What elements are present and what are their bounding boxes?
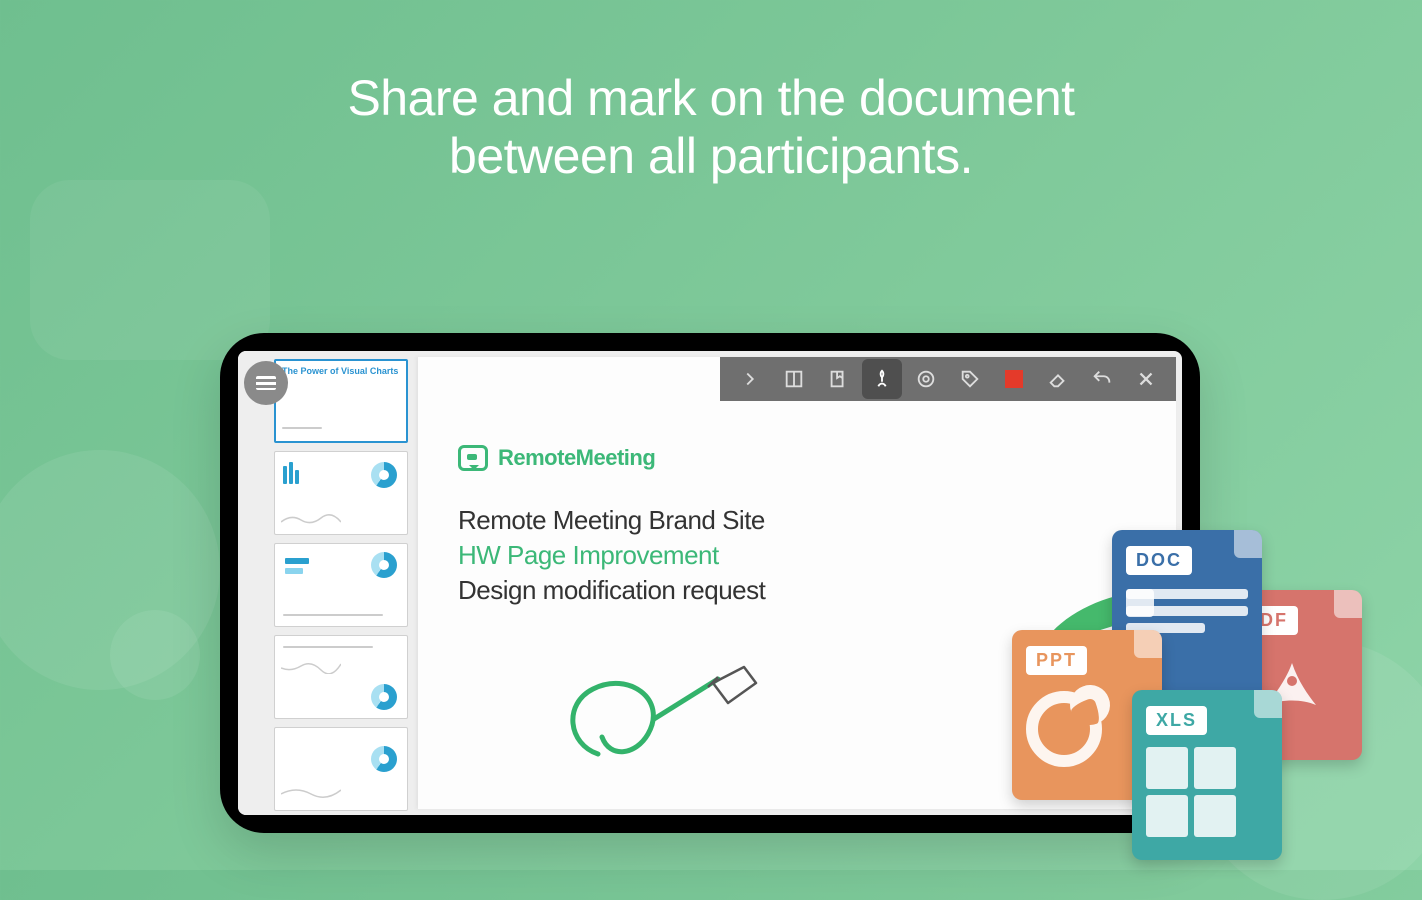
draw-button[interactable] <box>862 359 902 399</box>
slide-thumbnails: The Power of Visual Charts <box>238 351 418 815</box>
slide-thumb-3[interactable] <box>274 543 408 627</box>
slide-thumb-1[interactable]: The Power of Visual Charts <box>274 359 408 443</box>
bookmark-button[interactable] <box>818 359 858 399</box>
file-doc-label: DOC <box>1126 546 1192 575</box>
hero-line-2: between all participants. <box>449 128 973 184</box>
target-button[interactable] <box>906 359 946 399</box>
layout-button[interactable] <box>774 359 814 399</box>
file-xls: XLS <box>1132 690 1282 860</box>
eraser-button[interactable] <box>1038 359 1078 399</box>
grid-icon <box>1146 747 1236 837</box>
pie-icon <box>1026 691 1102 767</box>
chat-icon <box>458 445 488 471</box>
close-button[interactable] <box>1126 359 1166 399</box>
color-button[interactable] <box>994 359 1034 399</box>
annotation-scribble <box>558 659 778 769</box>
undo-button[interactable] <box>1082 359 1122 399</box>
slide-thumb-2[interactable] <box>274 451 408 535</box>
annotation-toolbar <box>720 357 1176 401</box>
hero-line-1: Share and mark on the document <box>347 70 1074 126</box>
menu-button[interactable] <box>244 361 288 405</box>
hero-heading: Share and mark on the document between a… <box>0 70 1422 185</box>
color-swatch-icon <box>1005 370 1023 388</box>
brand-logo: RemoteMeeting <box>458 445 1136 471</box>
bg-square-1 <box>30 180 270 360</box>
slide-thumb-title: The Power of Visual Charts <box>282 367 400 377</box>
brand-label: RemoteMeeting <box>498 445 655 471</box>
slide-thumb-4[interactable] <box>274 635 408 719</box>
next-button[interactable] <box>730 359 770 399</box>
file-types-cluster: DOC PDF PPT XLS <box>982 530 1342 830</box>
slide-thumb-5[interactable] <box>274 727 408 811</box>
bg-circle-2 <box>110 610 200 700</box>
tag-button[interactable] <box>950 359 990 399</box>
file-ppt-label: PPT <box>1026 646 1087 675</box>
file-xls-label: XLS <box>1146 706 1207 735</box>
